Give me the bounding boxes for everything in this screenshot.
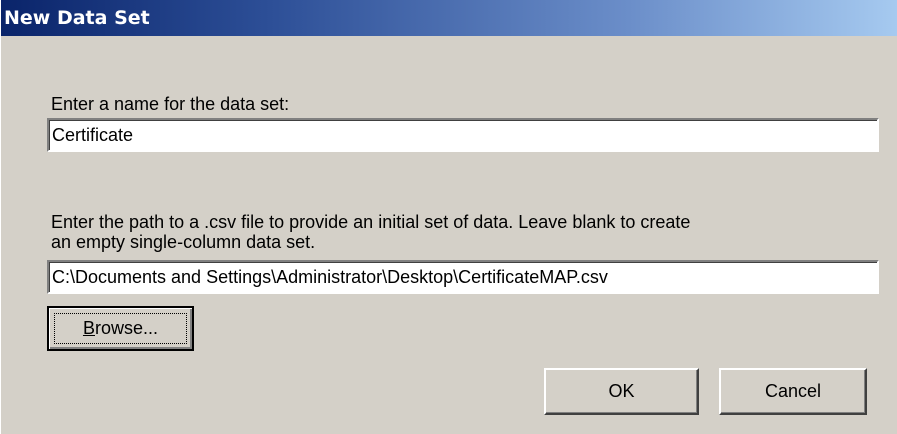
path-field-label-line1: Enter the path to a .csv file to provide…	[51, 212, 691, 232]
path-input[interactable]: C:\Documents and Settings\Administrator\…	[47, 260, 879, 294]
cancel-button[interactable]: Cancel	[719, 368, 867, 415]
path-input-value: C:\Documents and Settings\Administrator\…	[52, 266, 608, 287]
name-field-label: Enter a name for the data set:	[51, 94, 290, 114]
cancel-button-label: Cancel	[764, 381, 822, 401]
ok-button[interactable]: OK	[544, 368, 699, 415]
title-bar[interactable]: New Data Set	[1, 0, 897, 36]
dialog-title: New Data Set	[4, 7, 150, 29]
browse-button[interactable]: Browse...	[47, 306, 194, 351]
name-input[interactable]: Certificate	[47, 118, 879, 152]
browse-button-label: Browse...	[82, 318, 159, 338]
new-data-set-dialog: New Data Set Enter a name for the data s…	[0, 0, 897, 434]
name-input-value: Certificate	[52, 124, 134, 145]
ok-button-label: OK	[608, 381, 635, 401]
path-field-label-line2: an empty single-column data set.	[51, 232, 316, 252]
